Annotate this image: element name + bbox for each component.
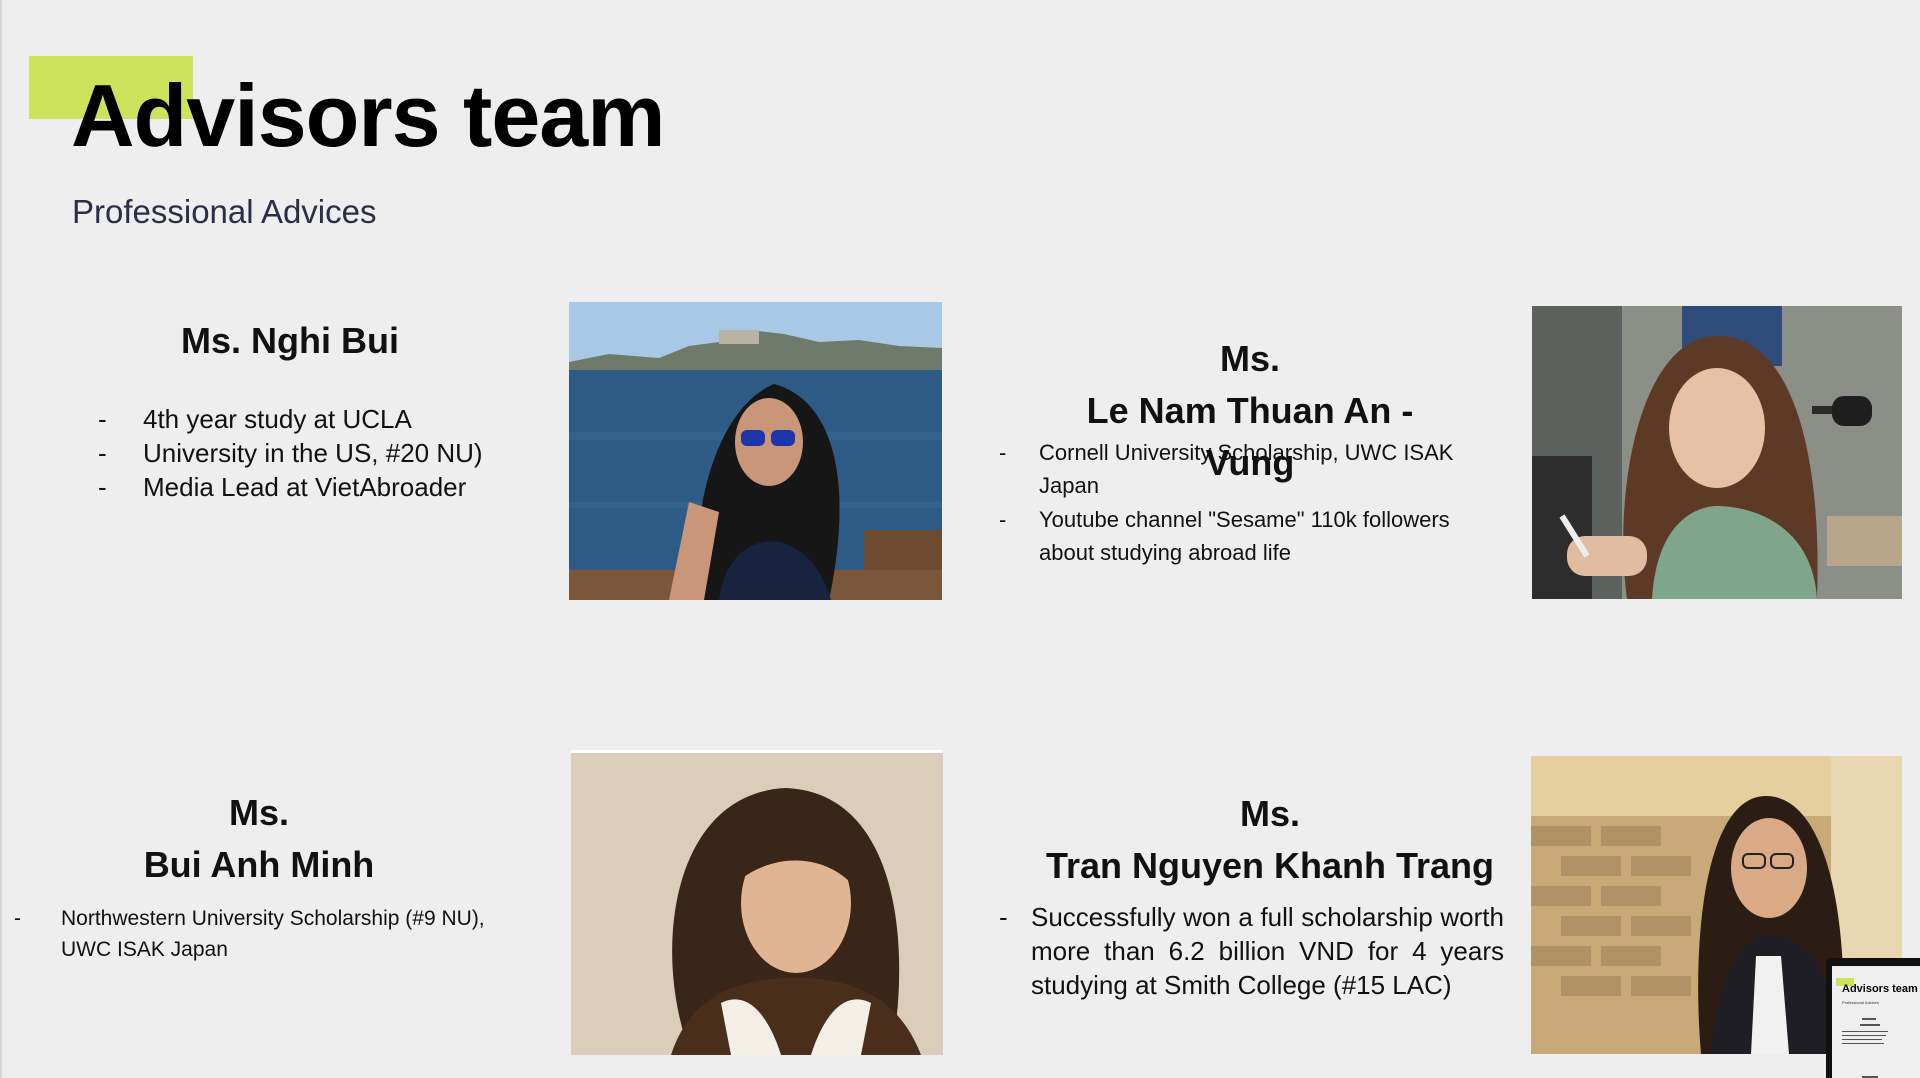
- bullet-dash: -: [98, 472, 107, 502]
- advisor-bullet-list: - Successfully won a full scholarship wor…: [996, 900, 1516, 1002]
- thumbnail-text-line: [1842, 1031, 1888, 1032]
- thumbnail-text-line: [1862, 1018, 1876, 1020]
- slide-title: Advisors team: [71, 66, 665, 165]
- advisor-name: Ms. Nghi Bui: [110, 316, 470, 366]
- advisor-honorific: Ms.: [1219, 338, 1280, 379]
- list-item: - Cornell University Scholarship, UWC ISA…: [996, 436, 1476, 502]
- advisor-name-text: Bui Anh Minh: [143, 844, 375, 885]
- list-item: - Youtube channel "Sesame" 110k followers…: [996, 503, 1476, 569]
- bullet-dash: -: [98, 404, 107, 434]
- bullet-text: Cornell University Scholarship, UWC ISAK…: [1039, 440, 1454, 498]
- thumbnail-text-line: [1842, 1043, 1884, 1044]
- thumbnail-text-line: [1842, 1039, 1882, 1040]
- list-item: - University in the US, #20 NU): [98, 436, 518, 470]
- bullet-dash: -: [999, 507, 1007, 532]
- bullet-text: Youtube channel "Sesame" 110k followers …: [1039, 507, 1450, 565]
- bullet-text: Northwestern University Scholarship (#9 …: [61, 907, 485, 961]
- thumbnail-subtitle: Professional Advices: [1842, 1000, 1879, 1005]
- advisor-honorific: Ms.: [228, 792, 289, 833]
- bullet-dash: -: [999, 440, 1007, 465]
- slide-left-edge: [0, 0, 2, 1078]
- bullet-text: University in the US, #20 NU): [143, 438, 483, 468]
- slide-thumbnail-preview[interactable]: Advisors team Professional Advices: [1826, 958, 1920, 1078]
- advisor-bullet-list: - Cornell University Scholarship, UWC ISA…: [996, 436, 1476, 570]
- list-item: - 4th year study at UCLA: [98, 402, 518, 436]
- advisor-photo: [571, 750, 943, 1055]
- thumbnail-text-line: [1842, 1035, 1886, 1036]
- advisor-photo: [1532, 306, 1902, 599]
- thumbnail-slide: Advisors team Professional Advices: [1832, 966, 1920, 1078]
- slide-subtitle: Professional Advices: [72, 193, 377, 230]
- bullet-dash: -: [999, 902, 1008, 932]
- advisor-name: Ms. Tran Nguyen Khanh Trang: [1040, 788, 1500, 892]
- advisor-name-text: Ms. Nghi Bui: [181, 320, 399, 361]
- list-item: - Media Lead at VietAbroader: [98, 470, 518, 504]
- list-item: - Northwestern University Scholarship (#9…: [14, 903, 514, 965]
- advisor-name-text: Tran Nguyen Khanh Trang: [1045, 845, 1495, 886]
- bullet-dash: -: [98, 438, 107, 468]
- thumbnail-text-line: [1860, 1024, 1880, 1026]
- bullet-text: 4th year study at UCLA: [143, 404, 412, 434]
- advisor-bullet-list: - Northwestern University Scholarship (#9…: [14, 903, 514, 965]
- bullet-dash: -: [14, 907, 21, 930]
- advisor-bullet-list: - 4th year study at UCLA - University in t…: [98, 402, 518, 504]
- bullet-text: Media Lead at VietAbroader: [143, 472, 467, 502]
- advisor-name: Ms. Bui Anh Minh: [109, 787, 409, 891]
- list-item: - Successfully won a full scholarship wor…: [996, 900, 1516, 1002]
- advisor-honorific: Ms.: [1239, 793, 1300, 834]
- advisor-photo: [569, 302, 942, 600]
- bullet-text: Successfully won a full scholarship wort…: [1031, 902, 1504, 1000]
- thumbnail-title: Advisors team: [1842, 983, 1918, 995]
